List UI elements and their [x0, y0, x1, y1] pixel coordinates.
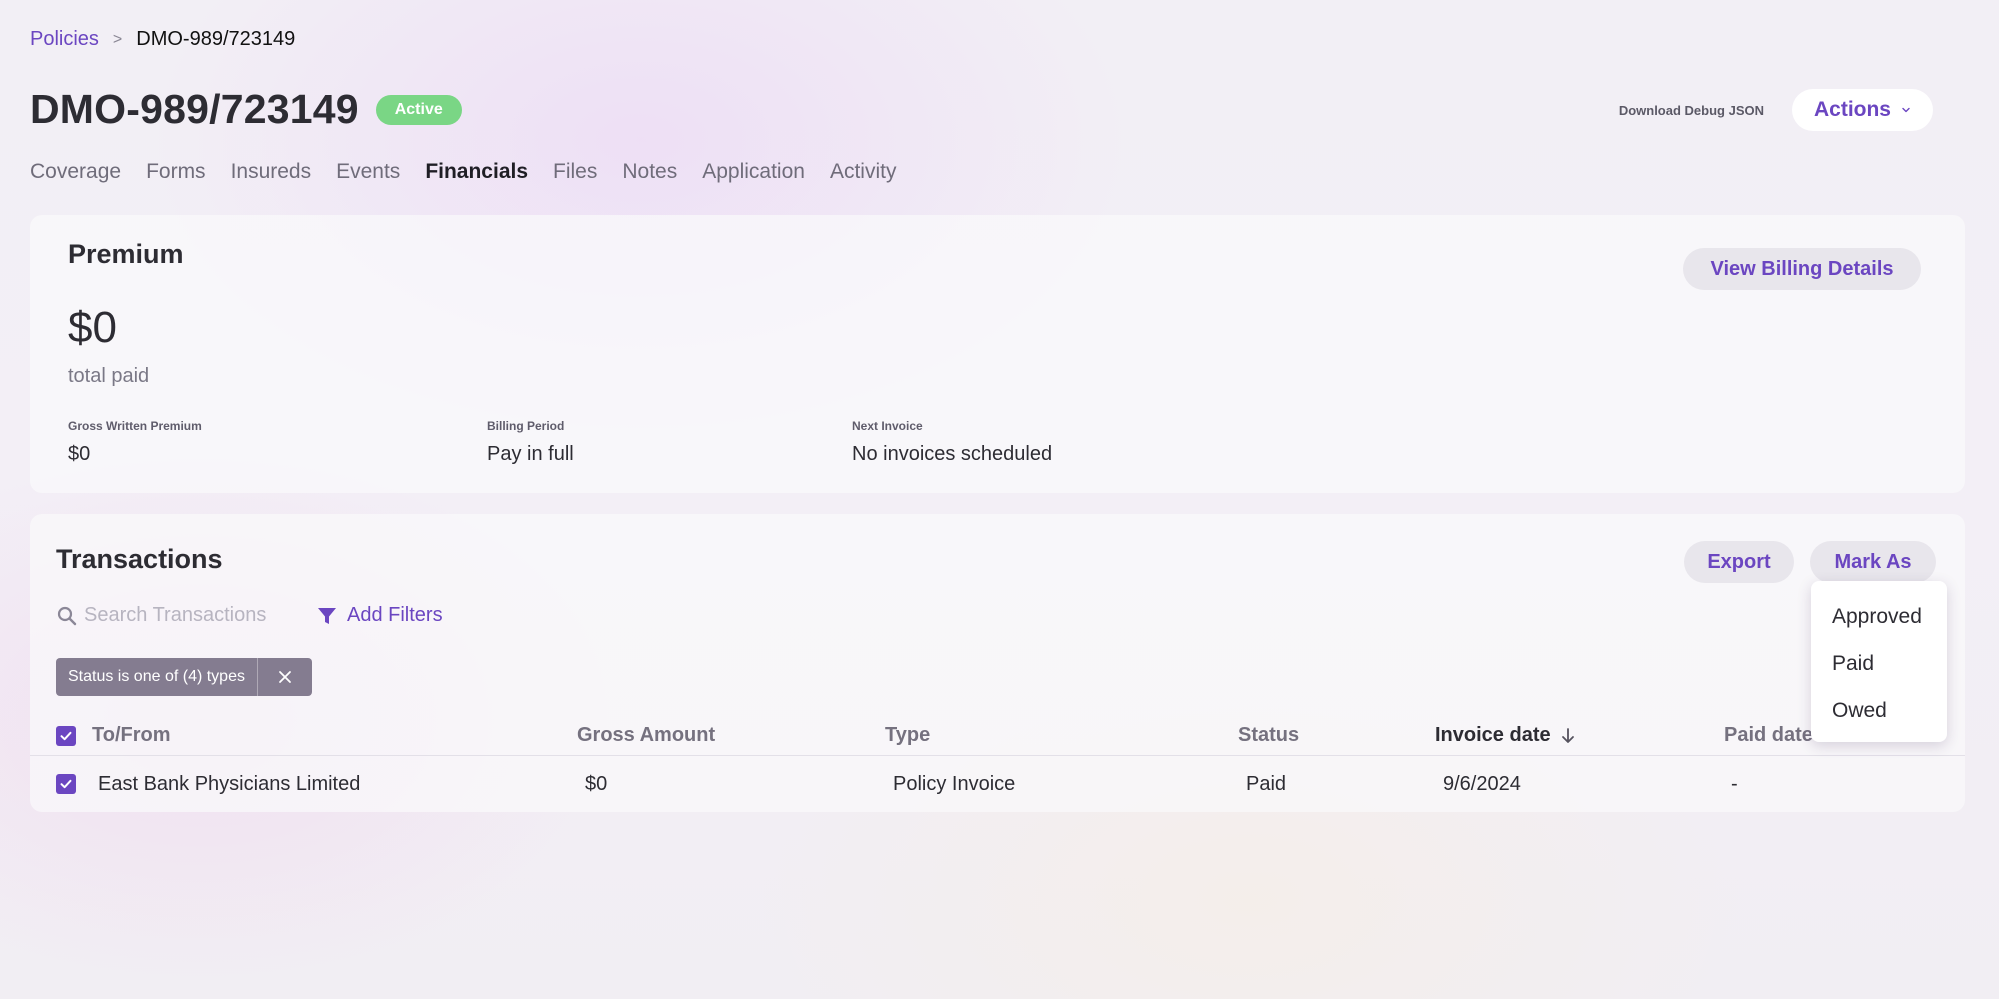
page-header: DMO-989/723149 Active [30, 86, 462, 133]
menu-item-approved[interactable]: Approved [1811, 593, 1947, 640]
row-checkbox[interactable] [56, 774, 76, 794]
breadcrumb-separator: > [112, 30, 123, 48]
check-icon [60, 731, 72, 740]
tab-coverage[interactable]: Coverage [30, 160, 121, 184]
column-header-invoice-date-label: Invoice date [1435, 724, 1551, 746]
mark-as-button[interactable]: Mark As [1810, 541, 1936, 583]
status-badge: Active [375, 94, 462, 125]
search-box [56, 604, 304, 627]
chevron-down-icon [1902, 107, 1910, 113]
column-header-gross-amount[interactable]: Gross Amount [577, 716, 715, 755]
premium-card: Premium View Billing Details $0 total pa… [30, 215, 1965, 493]
billing-period-label: Billing Period [487, 419, 565, 433]
download-debug-json-link[interactable]: Download Debug JSON [1619, 103, 1764, 118]
add-filters-button[interactable]: Add Filters [316, 604, 443, 627]
remove-filter-button[interactable] [258, 658, 312, 696]
tab-events[interactable]: Events [336, 160, 400, 184]
premium-title: Premium [68, 239, 184, 269]
cell-to-from: East Bank Physicians Limited [98, 772, 361, 795]
transactions-table: To/From Gross Amount Type Status Invoice… [30, 716, 1965, 812]
page-title: DMO-989/723149 [30, 86, 359, 132]
tab-forms[interactable]: Forms [146, 160, 206, 184]
gross-written-premium-label: Gross Written Premium [68, 419, 202, 433]
actions-button-label: Actions [1813, 98, 1891, 121]
column-header-type[interactable]: Type [885, 716, 930, 755]
transactions-title: Transactions [56, 544, 223, 574]
add-filters-label: Add Filters [347, 604, 443, 626]
tab-notes[interactable]: Notes [622, 160, 677, 184]
next-invoice: Next Invoice No invoices scheduled [852, 419, 1052, 466]
actions-button[interactable]: Actions [1791, 89, 1933, 131]
cell-invoice-date: 9/6/2024 [1443, 772, 1521, 795]
breadcrumb-current: DMO-989/723149 [136, 28, 296, 50]
tab-files[interactable]: Files [553, 160, 597, 184]
table-header-row: To/From Gross Amount Type Status Invoice… [30, 716, 1965, 756]
transactions-card: Transactions Export Mark As Add Filters … [30, 514, 1965, 812]
breadcrumb-policies-link[interactable]: Policies [30, 28, 99, 51]
column-header-status[interactable]: Status [1238, 716, 1299, 755]
check-icon [60, 779, 72, 789]
close-icon [279, 671, 291, 683]
cell-gross-amount: $0 [585, 772, 608, 795]
cell-type: Policy Invoice [893, 772, 1016, 795]
breadcrumb: Policies > DMO-989/723149 [30, 28, 295, 51]
header-actions: Download Debug JSON Actions [1619, 89, 1933, 131]
export-button[interactable]: Export [1684, 541, 1794, 583]
menu-item-owed[interactable]: Owed [1811, 687, 1947, 734]
search-input[interactable] [84, 604, 304, 627]
menu-item-paid[interactable]: Paid [1811, 640, 1947, 687]
cell-paid-date: - [1731, 772, 1738, 795]
arrow-down-icon [1561, 727, 1574, 743]
tab-financials[interactable]: Financials [425, 160, 528, 184]
filter-icon [318, 607, 336, 624]
view-billing-details-button[interactable]: View Billing Details [1683, 248, 1921, 290]
select-all-checkbox[interactable] [56, 725, 76, 746]
mark-as-menu: Approved Paid Owed [1811, 581, 1947, 742]
search-icon [57, 606, 77, 625]
next-invoice-value: No invoices scheduled [852, 443, 1053, 465]
total-paid-caption: total paid [68, 365, 150, 387]
tab-insureds[interactable]: Insureds [231, 160, 312, 184]
next-invoice-label: Next Invoice [852, 419, 923, 433]
gross-written-premium: Gross Written Premium $0 [68, 419, 202, 466]
cell-status: Paid [1246, 772, 1287, 795]
column-header-paid-date[interactable]: Paid date [1724, 716, 1813, 755]
column-header-invoice-date[interactable]: Invoice date [1435, 716, 1577, 755]
gross-written-premium-value: $0 [68, 443, 91, 465]
billing-period-value: Pay in full [487, 443, 574, 465]
select-all-cell [56, 716, 76, 755]
billing-period: Billing Period Pay in full [487, 419, 574, 466]
row-select-cell [56, 756, 76, 812]
tab-activity[interactable]: Activity [830, 160, 897, 184]
table-row[interactable]: East Bank Physicians Limited $0 Policy I… [30, 756, 1965, 812]
column-header-to-from[interactable]: To/From [92, 716, 171, 755]
status-filter-chip: Status is one of (4) types [56, 658, 312, 696]
total-paid-amount: $0 [68, 303, 117, 352]
tab-bar: Coverage Forms Insureds Events Financial… [30, 160, 921, 184]
status-filter-chip-label: Status is one of (4) types [56, 658, 258, 696]
tab-application[interactable]: Application [702, 160, 805, 184]
